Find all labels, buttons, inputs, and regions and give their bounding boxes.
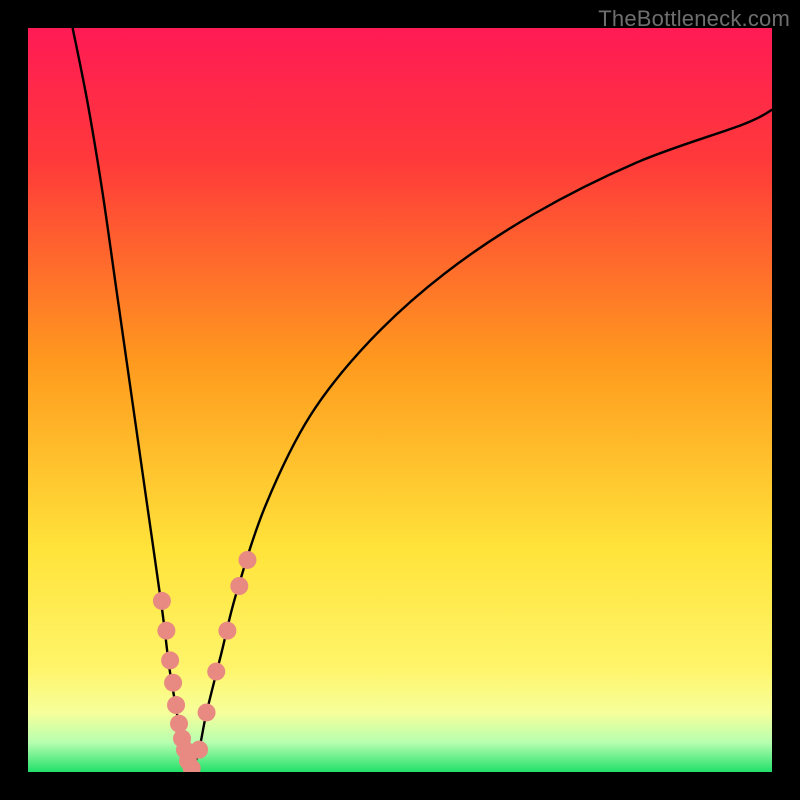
marker-left-markers xyxy=(164,674,182,692)
marker-left-markers xyxy=(170,715,188,733)
marker-right-markers xyxy=(218,622,236,640)
marker-right-markers xyxy=(198,703,216,721)
marker-left-markers xyxy=(167,696,185,714)
marker-right-markers xyxy=(230,577,248,595)
marker-right-markers xyxy=(238,551,256,569)
chart-curves xyxy=(28,28,772,772)
marker-left-markers xyxy=(161,651,179,669)
marker-right-markers xyxy=(207,663,225,681)
watermark-text: TheBottleneck.com xyxy=(598,6,790,32)
marker-right-markers xyxy=(190,741,208,759)
plot-area xyxy=(28,28,772,772)
curve-right-branch xyxy=(192,110,772,772)
marker-left-markers xyxy=(157,622,175,640)
marker-left-markers xyxy=(153,592,171,610)
chart-frame: TheBottleneck.com xyxy=(0,0,800,800)
